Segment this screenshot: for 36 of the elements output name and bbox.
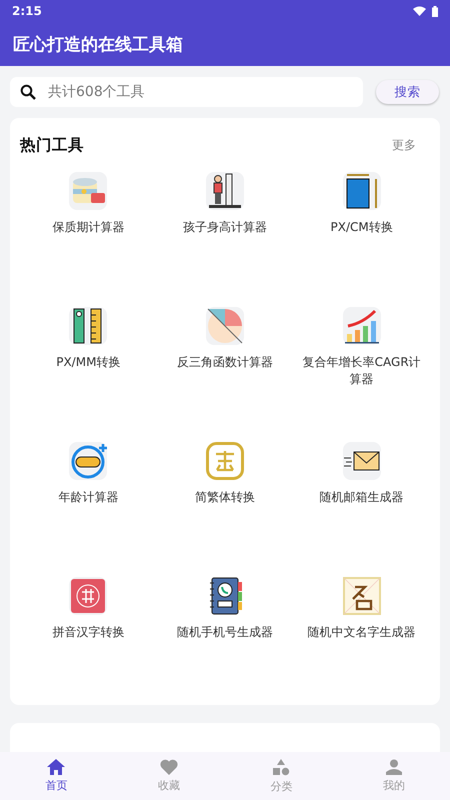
tool-item[interactable]: 随机邮箱生成器 — [293, 429, 430, 564]
trigonometry-icon — [206, 307, 244, 345]
tool-item[interactable]: 复合年增长率CAGR计算器 — [293, 294, 430, 429]
food-can-icon — [69, 172, 108, 210]
app-title: 匠心打造的在线工具箱 — [13, 34, 183, 56]
search-field[interactable]: 共计608个工具 — [10, 77, 363, 107]
traditional-character-icon — [206, 442, 244, 480]
wifi-icon — [413, 6, 426, 16]
tool-item[interactable]: PX/CM转换 — [293, 159, 430, 294]
search-icon — [20, 84, 36, 100]
tool-item[interactable]: 简繁体转换 — [156, 429, 294, 564]
search-button[interactable]: 搜索 — [376, 80, 439, 104]
nav-tab[interactable]: 首页 — [0, 752, 112, 800]
tool-item[interactable]: 保质期计算器 — [20, 159, 157, 294]
ruler-frame-icon — [342, 172, 381, 210]
pinyin-stamp-icon — [69, 577, 108, 615]
tool-item[interactable]: 年龄计算器 — [20, 429, 157, 564]
tool-item[interactable]: 拼音汉字转换 — [20, 564, 157, 699]
shapes-icon — [272, 758, 290, 776]
name-character-icon — [342, 577, 381, 615]
tool-item[interactable]: 反三角函数计算器 — [156, 294, 294, 429]
rulers-icon — [69, 307, 108, 345]
tool-item[interactable]: 孩子身高计算器 — [156, 159, 294, 294]
envelope-icon — [342, 442, 381, 480]
section-title: 热门工具 — [20, 134, 84, 156]
height-ruler-icon — [206, 172, 244, 210]
status-time: 2:15 — [12, 4, 42, 18]
growth-chart-icon — [342, 307, 381, 345]
person-icon — [386, 759, 402, 775]
tool-item[interactable]: 随机手机号生成器 — [156, 564, 294, 699]
heart-icon — [160, 759, 178, 775]
battery-icon — [432, 6, 438, 16]
home-icon — [47, 759, 66, 775]
tool-item[interactable]: 随机中文名字生成器 — [293, 564, 430, 699]
more-link[interactable]: 更多 — [392, 136, 416, 154]
tool-item[interactable]: PX/MM转换 — [20, 294, 157, 429]
